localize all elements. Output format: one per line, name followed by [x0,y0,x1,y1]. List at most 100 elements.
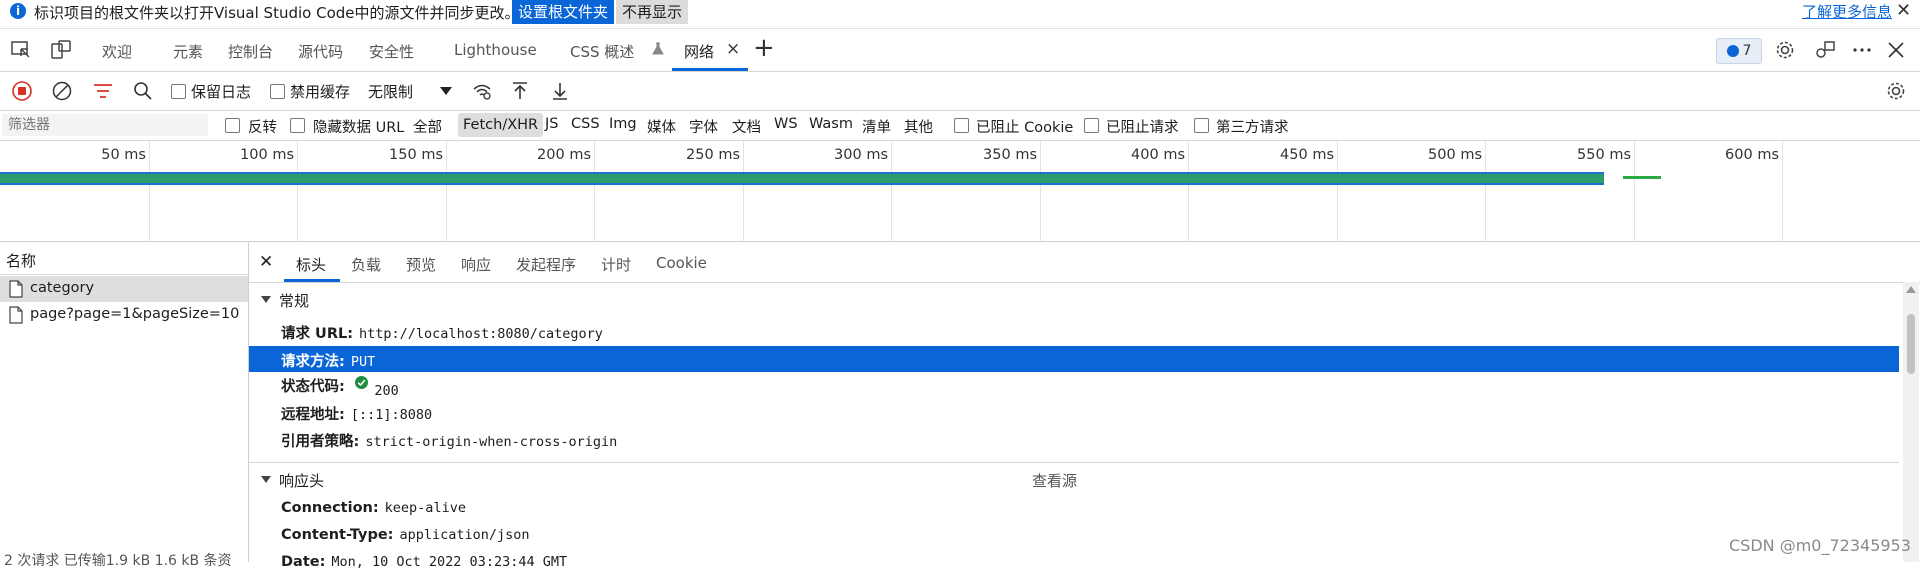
dont-show-again-button[interactable]: 不再显示 [616,0,689,24]
request-row[interactable]: page?page=1&pageSize=10 [0,302,248,328]
disable-cache-checkbox[interactable] [270,84,285,99]
import-har-icon[interactable] [508,79,532,103]
tab-timing[interactable]: 计时 [601,254,631,275]
set-root-folder-button[interactable]: 设置根文件夹 [512,0,615,24]
tab-lighthouse[interactable]: Lighthouse [454,41,537,59]
add-tab-icon[interactable]: + [753,33,775,63]
device-emulation-icon[interactable] [49,38,73,62]
issues-icon [1726,45,1739,57]
devtools-tab-strip: 欢迎 元素 控制台 源代码 安全性 Lighthouse CSS 概述 网络 ×… [0,29,1920,72]
tab-console[interactable]: 控制台 [228,41,273,62]
hide-data-urls-checkbox[interactable] [290,118,305,133]
type-filter-fetch-xhr[interactable]: Fetch/XHR [458,113,544,137]
timeline-gridline [1337,141,1338,241]
tab-sources[interactable]: 源代码 [298,41,343,62]
tab-security[interactable]: 安全性 [369,41,414,62]
filter-bar: 反转 隐藏数据 URL 全部 Fetch/XHR JS CSS Img 媒体 字… [0,111,1920,141]
type-filter-wasm[interactable]: Wasm [809,116,853,132]
header-value: [::1]:8080 [350,407,433,423]
blocked-requests-label: 已阻止请求 [1106,120,1179,136]
timeline-tick-label: 400 ms [1131,147,1185,163]
type-filter-js[interactable]: JS [545,116,558,132]
clear-icon[interactable] [50,79,74,103]
close-devtools-icon[interactable] [1884,38,1908,62]
network-conditions-icon[interactable] [470,79,494,103]
type-filter-ws[interactable]: WS [774,116,798,132]
tab-network-close-icon[interactable]: × [726,39,740,59]
timeline-tick-label: 250 ms [686,147,740,163]
type-filter-media[interactable]: 媒体 [647,116,676,137]
disable-cache-label: 禁用缓存 [290,83,351,101]
learn-more-link[interactable]: 了解更多信息 [1802,1,1892,22]
tab-payload[interactable]: 负载 [351,254,381,275]
request-details-pane: ✕ 标头 负载 预览 响应 发起程序 计时 Cookie 常规 请求 URL: h… [249,242,1920,570]
tab-cookies[interactable]: Cookie [656,254,707,272]
details-tab-bar: ✕ 标头 负载 预览 响应 发起程序 计时 Cookie [249,242,1920,283]
close-details-icon[interactable]: ✕ [259,252,273,272]
scrollbar-thumb[interactable] [1907,314,1915,374]
general-section-title[interactable]: 常规 [279,290,309,311]
tab-initiator[interactable]: 发起程序 [516,254,576,275]
search-icon[interactable] [131,79,155,103]
request-name: category [30,280,95,296]
request-row[interactable]: category [0,276,248,302]
network-toolbar: 保留日志 禁用缓存 无限制 [0,72,1920,111]
export-har-icon[interactable] [548,79,572,103]
issues-badge[interactable]: 7 [1716,38,1762,64]
scroll-up-icon[interactable] [1906,286,1916,293]
tab-preview[interactable]: 预览 [406,254,436,275]
tab-css-overview[interactable]: CSS 概述 [570,41,634,62]
blocked-cookies-checkbox[interactable] [954,118,969,133]
tab-welcome[interactable]: 欢迎 [102,41,132,62]
response-headers-title[interactable]: 响应头 [279,470,324,491]
name-column-header[interactable]: 名称 [6,250,36,271]
third-party-checkbox[interactable] [1194,118,1209,133]
tab-response[interactable]: 响应 [461,254,491,275]
tab-elements[interactable]: 元素 [173,41,203,62]
infobar-close-icon[interactable]: ✕ [1896,0,1911,21]
throttling-select[interactable]: 无限制 [368,81,413,102]
header-value: application/json [399,527,530,543]
request-bar-page [1623,176,1661,179]
tab-headers[interactable]: 标头 [296,254,326,275]
watermark-text: CSDN @m0_72345953 [1729,536,1911,555]
filter-input[interactable] [2,114,208,136]
invert-checkbox[interactable] [225,118,240,133]
header-row: Connection: keep-alive [281,500,466,516]
issues-count: 7 [1742,43,1752,59]
hide-data-urls-label: 隐藏数据 URL [313,120,405,136]
more-options-icon[interactable] [1850,38,1874,62]
details-scrollbar[interactable] [1903,282,1919,562]
network-settings-gear-icon[interactable] [1884,79,1908,103]
timeline-gridline [1188,141,1189,241]
active-detail-tab-indicator [284,279,340,282]
blocked-requests-checkbox[interactable] [1084,118,1099,133]
inspect-element-icon[interactable] [9,38,33,62]
response-section-toggle-icon[interactable] [261,476,271,483]
type-filter-doc[interactable]: 文档 [732,116,761,137]
tab-network[interactable]: 网络 [684,41,714,62]
type-filter-other[interactable]: 其他 [904,116,933,137]
type-filter-font[interactable]: 字体 [689,116,718,137]
type-filter-manifest[interactable]: 清单 [862,116,891,137]
header-row: Content-Type: application/json [281,527,530,543]
header-row-selected[interactable]: 请求方法: PUT [249,346,1899,372]
timeline-overview[interactable]: 50 ms 100 ms 150 ms 200 ms 250 ms 300 ms 350 m… [0,141,1920,242]
type-filter-css[interactable]: CSS [571,116,600,132]
filter-icon[interactable] [91,79,115,103]
header-row: 远程地址: [::1]:8080 [281,403,432,424]
type-filter-all[interactable]: 全部 [413,116,442,137]
timeline-gridline [1782,141,1783,241]
preserve-log-checkbox[interactable] [171,84,186,99]
record-stop-icon[interactable] [10,79,34,103]
customize-icon[interactable] [1813,38,1837,62]
view-source-link[interactable]: 查看源 [1032,470,1077,491]
timeline-tick-label: 550 ms [1577,147,1631,163]
type-filter-img[interactable]: Img [609,116,637,132]
chevron-down-icon[interactable] [440,87,452,95]
header-key: 状态代码: [281,379,345,395]
header-key: 请求方法: [281,354,345,370]
general-section-toggle-icon[interactable] [261,296,271,303]
request-summary-status: 2 次请求 已传输1.9 kB 1.6 kB 条资 [4,553,232,569]
settings-gear-icon[interactable] [1773,38,1797,62]
